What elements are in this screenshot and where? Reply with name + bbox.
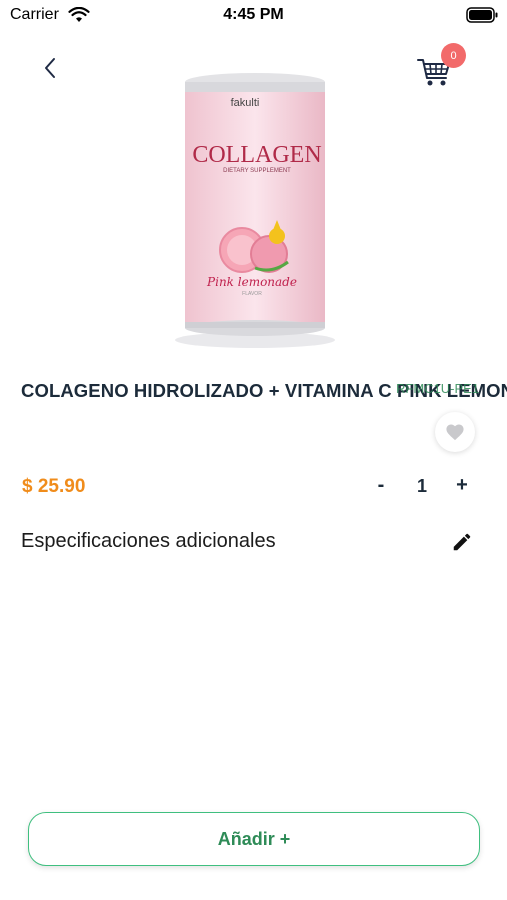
image-brand-text: fakulti (231, 97, 260, 109)
status-bar: Carrier 4:45 PM (0, 0, 507, 30)
cart-count-badge: 0 (441, 43, 466, 68)
image-subtitle-text: DIETARY SUPPLEMENT (223, 168, 291, 174)
product-image: fakulti COLLAGEN DIETARY SUPPLEMENT Pink… (175, 73, 335, 348)
product-sku: RFMC1U-PE1 (396, 381, 480, 396)
quantity-value: 1 (416, 476, 427, 496)
image-flavor-sub-text: FLAVOR (242, 291, 262, 297)
add-to-cart-button[interactable]: Añadir + (28, 812, 480, 866)
image-name-text: COLLAGEN (192, 142, 321, 168)
battery-icon (466, 7, 498, 23)
status-time: 4:45 PM (223, 6, 284, 23)
add-to-cart-label: Añadir + (217, 828, 291, 849)
quantity-increase-button[interactable]: + (451, 474, 473, 498)
image-flavor-text: Pink lemonade (206, 275, 297, 289)
favorite-button[interactable] (435, 412, 475, 452)
product-price: $ 25.90 (22, 476, 86, 497)
chevron-left-icon (45, 58, 55, 78)
back-button[interactable] (36, 52, 64, 84)
quantity-decrease-button[interactable]: - (370, 474, 392, 498)
pencil-icon (453, 533, 471, 551)
specifications-label: Especificaciones adicionales (21, 530, 276, 552)
edit-specifications-button[interactable] (448, 528, 476, 556)
heart-icon (446, 424, 464, 441)
